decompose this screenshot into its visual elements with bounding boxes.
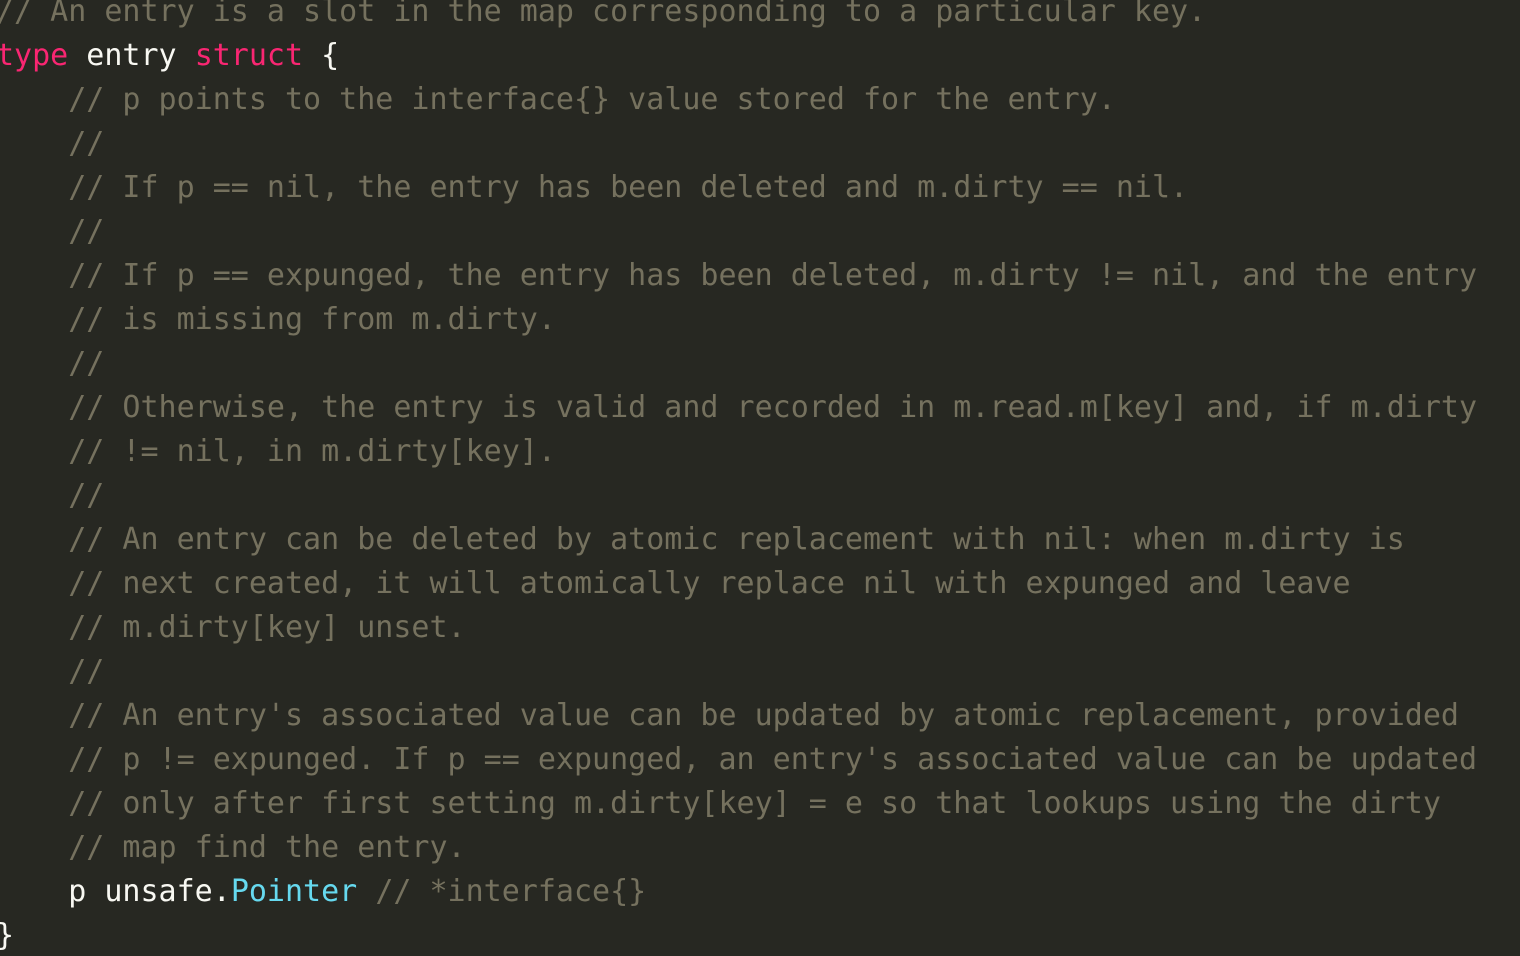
code-line[interactable]: // next created, it will atomically repl… <box>0 562 1477 606</box>
code-line[interactable]: // is missing from m.dirty. <box>0 298 1477 342</box>
comment-token: // map find the entry. <box>68 830 466 865</box>
code-editor[interactable]: // An entry is a slot in the map corresp… <box>0 0 1520 956</box>
code-line[interactable]: // map find the entry. <box>0 826 1477 870</box>
comment-token: // <box>68 346 105 381</box>
code-line[interactable]: // An entry's associated value can be up… <box>0 694 1477 738</box>
code-line[interactable]: // m.dirty[key] unset. <box>0 606 1477 650</box>
comment-token: // != nil, in m.dirty[key]. <box>68 434 556 469</box>
comment-token: // only after first setting m.dirty[key]… <box>68 786 1441 821</box>
code-token: p unsafe. <box>68 874 231 909</box>
comment-token: // m.dirty[key] unset. <box>68 610 466 645</box>
comment-token: // next created, it will atomically repl… <box>68 566 1351 601</box>
code-line[interactable]: // If p == nil, the entry has been delet… <box>0 166 1477 210</box>
comment-token: // Otherwise, the entry is valid and rec… <box>68 390 1478 425</box>
comment-token: // <box>68 126 105 161</box>
code-token: { <box>303 38 340 73</box>
code-area[interactable]: // An entry is a slot in the map corresp… <box>0 0 1477 956</box>
comment-token: // If p == expunged, the entry has been … <box>68 258 1478 293</box>
code-line[interactable]: p unsafe.Pointer // *interface{} <box>0 870 1477 914</box>
code-line[interactable]: // p != expunged. If p == expunged, an e… <box>0 738 1477 782</box>
comment-token: // p != expunged. If p == expunged, an e… <box>68 742 1478 777</box>
comment-token: // <box>68 654 105 689</box>
comment-token: // An entry is a slot in the map corresp… <box>0 0 1207 29</box>
comment-token: // An entry's associated value can be up… <box>68 698 1459 733</box>
code-line[interactable]: // <box>0 342 1477 386</box>
comment-token: // *interface{} <box>375 874 647 909</box>
code-line[interactable]: // <box>0 474 1477 518</box>
comment-token: // is missing from m.dirty. <box>68 302 556 337</box>
code-line[interactable]: // <box>0 122 1477 166</box>
code-line[interactable]: type entry struct { <box>0 34 1477 78</box>
code-line[interactable]: // != nil, in m.dirty[key]. <box>0 430 1477 474</box>
code-line[interactable]: // <box>0 210 1477 254</box>
keyword-token: struct <box>194 38 304 73</box>
code-line[interactable]: // If p == expunged, the entry has been … <box>0 254 1477 298</box>
comment-token: // An entry can be deleted by atomic rep… <box>68 522 1405 557</box>
keyword-token: type <box>0 38 69 73</box>
code-line[interactable]: // An entry can be deleted by atomic rep… <box>0 518 1477 562</box>
comment-token: // If p == nil, the entry has been delet… <box>68 170 1189 205</box>
code-line[interactable]: // Otherwise, the entry is valid and rec… <box>0 386 1477 430</box>
type-token: Pointer <box>230 874 358 909</box>
code-line[interactable]: // <box>0 650 1477 694</box>
code-token: entry <box>68 38 195 73</box>
code-line[interactable]: // only after first setting m.dirty[key]… <box>0 782 1477 826</box>
code-line[interactable]: // An entry is a slot in the map corresp… <box>0 0 1477 34</box>
code-line[interactable]: // p points to the interface{} value sto… <box>0 78 1477 122</box>
code-token: } <box>0 918 14 953</box>
comment-token: // p points to the interface{} value sto… <box>68 82 1116 117</box>
comment-token: // <box>68 478 105 513</box>
code-line[interactable]: } <box>0 914 1477 956</box>
comment-token: // <box>68 214 105 249</box>
